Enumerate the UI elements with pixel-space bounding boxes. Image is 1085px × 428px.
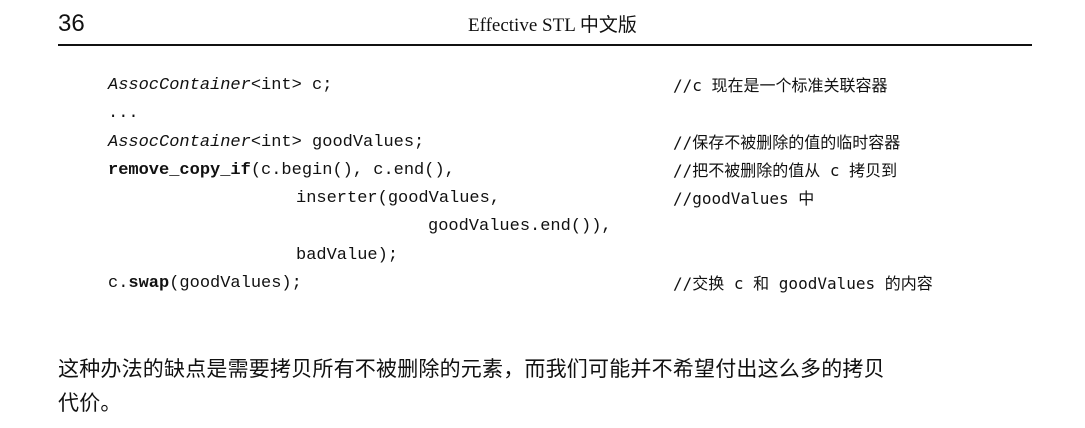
code-line: goodValues.end()), [108,213,1008,241]
code-rest: (c.begin(), c.end(), [250,160,455,180]
code-comment: //c 现在是一个标准关联容器 [673,76,888,95]
code-line: inserter(goodValues, //goodValues 中 [108,185,1008,213]
code-block: AssocContainer<int> c; //c 现在是一个标准关联容器 .… [108,72,1008,298]
code-text: AssocContainer<int> c; [108,72,332,100]
code-text: AssocContainer<int> goodValues; [108,129,424,157]
code-rest: <int> c; [250,76,333,95]
code-line: c.swap(goodValues); //交换 c 和 goodValues … [108,270,1008,298]
code-comment: //goodValues 中 [673,189,815,209]
code-comment: //保存不被删除的值的临时容器 [673,132,901,152]
code-line: badValue); [108,242,1008,270]
paragraph-line: 这种办法的缺点是需要拷贝所有不被删除的元素，而我们可能并不希望付出这么多的拷贝 [58,357,885,381]
running-title: Effective STL 中文版 [468,15,637,36]
code-text: c.swap(goodValues); [108,270,302,298]
code-text: ... [108,104,139,124]
code-line: remove_copy_if(c.begin(), c.end(), //把不被… [108,157,1008,185]
code-line: AssocContainer<int> goodValues; //保存不被删除… [108,129,1008,157]
code-line: ... [108,100,1008,128]
code-prefix: c. [108,274,129,294]
code-rest: (goodValues); [169,274,302,294]
body-paragraph: 这种办法的缺点是需要拷贝所有不被删除的元素，而我们可能并不希望付出这么多的拷贝 … [58,352,1048,420]
code-line: AssocContainer<int> c; //c 现在是一个标准关联容器 [108,72,1008,100]
type-name: AssocContainer [108,76,251,95]
code-text: inserter(goodValues, [296,189,501,209]
code-comment: //把不被删除的值从 c 拷贝到 [673,160,898,180]
code-rest: <int> goodValues; [250,132,425,152]
page-header: 36 Effective STL 中文版 [58,6,1032,46]
code-text: remove_copy_if(c.begin(), c.end(), [108,157,455,185]
code-comment: //交换 c 和 goodValues 的内容 [673,274,933,294]
function-name: swap [128,274,170,294]
page-number: 36 [58,10,85,37]
paragraph-line: 代价。 [58,391,122,415]
code-text: badValue); [296,245,399,265]
type-name: AssocContainer [108,132,251,152]
function-name: remove_copy_if [108,160,251,180]
code-text: goodValues.end()), [428,217,612,237]
